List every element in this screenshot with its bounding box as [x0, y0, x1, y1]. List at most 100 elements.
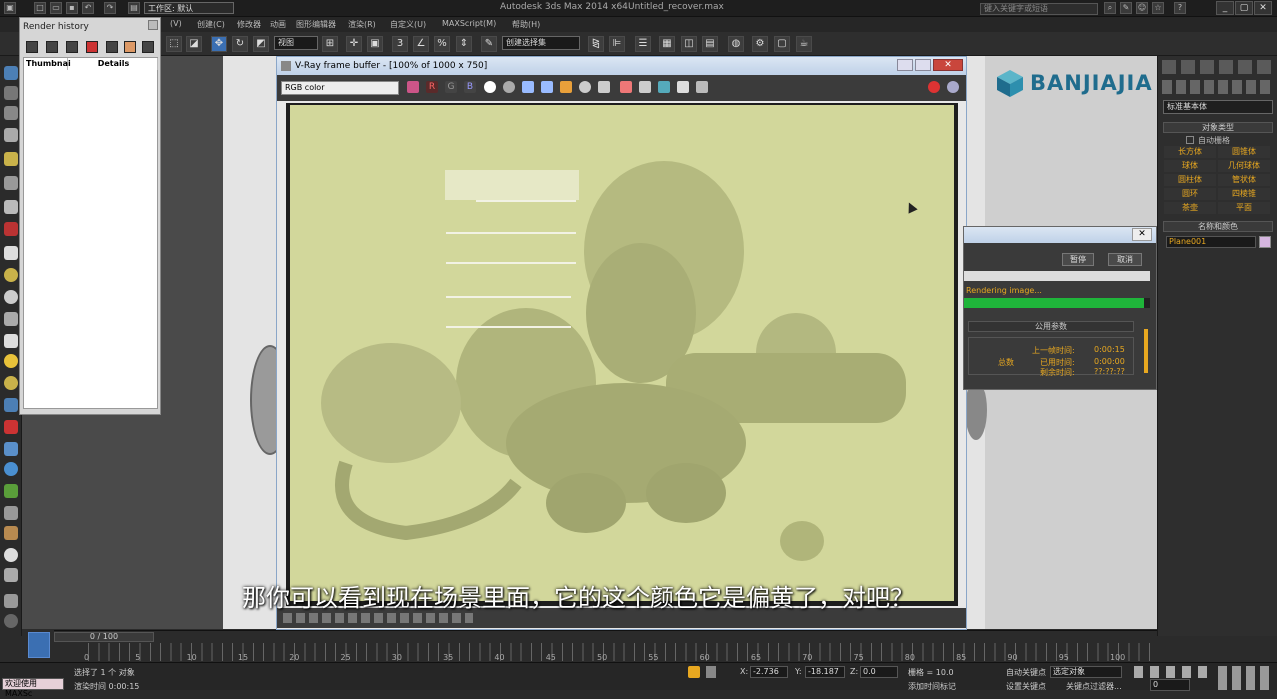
globe-icon[interactable]	[4, 462, 18, 476]
mirror-icon[interactable]: ⧎	[588, 36, 604, 52]
select-scale-icon[interactable]: ◩	[253, 36, 269, 52]
color-correction-icon[interactable]	[696, 81, 708, 93]
layer-manager-icon[interactable]: ☰	[635, 36, 651, 52]
object-name-input[interactable]: Plane001	[1166, 236, 1256, 248]
mono-channel-icon[interactable]	[503, 81, 515, 93]
save-history-icon[interactable]	[46, 41, 58, 53]
auto-key-button[interactable]: 自动关键点	[1006, 667, 1046, 678]
tool-icon-1[interactable]	[4, 66, 18, 80]
common-params-header[interactable]: 公用参数	[968, 321, 1134, 332]
menu-item-animation[interactable]: 动画	[270, 19, 286, 30]
create-category-icons[interactable]	[1162, 80, 1274, 94]
render-setup-icon[interactable]: ⚙	[752, 36, 768, 52]
angle-snap-icon[interactable]: ∠	[413, 36, 429, 52]
progress-scrollbar[interactable]	[1144, 329, 1148, 373]
vfb-minimize-button[interactable]	[897, 59, 913, 71]
teapot-button[interactable]: 茶壶	[1164, 202, 1216, 214]
box-button[interactable]: 长方体	[1164, 146, 1216, 158]
blue-channel-button[interactable]: B	[464, 81, 476, 93]
isolate-icon[interactable]	[688, 666, 700, 678]
project-folder-icon[interactable]: ▤	[128, 2, 140, 14]
sphere-icon[interactable]	[4, 268, 18, 282]
open-file-icon[interactable]: ▭	[50, 2, 62, 14]
help-icon[interactable]: ?	[1174, 2, 1186, 14]
geosphere-button[interactable]: 几何球体	[1218, 160, 1270, 172]
sphere-gray-icon[interactable]	[4, 548, 18, 562]
power-icon[interactable]	[26, 41, 38, 53]
lock-icon[interactable]	[706, 666, 716, 678]
align-icon[interactable]: ⊫	[609, 36, 625, 52]
tool-icon-12[interactable]	[4, 312, 18, 326]
menu-item-create[interactable]: 创建(C)	[197, 19, 225, 30]
playback-controls[interactable]	[1134, 666, 1214, 678]
primitive-category-select[interactable]: 标准基本体	[1163, 100, 1273, 114]
tool-icon-2[interactable]	[4, 86, 18, 100]
redo-icon[interactable]: ↷	[104, 2, 116, 14]
snap-toggle-icon[interactable]: 3	[392, 36, 408, 52]
key-filters-button[interactable]: 关键点过滤器...	[1066, 681, 1122, 692]
alpha-channel-icon[interactable]	[484, 81, 496, 93]
sphere-button[interactable]: 球体	[1164, 160, 1216, 172]
pause-button[interactable]: 暂停	[1062, 253, 1094, 266]
info-icon[interactable]	[4, 614, 18, 628]
green-channel-button[interactable]: G	[445, 81, 457, 93]
region-render-icon[interactable]	[639, 81, 651, 93]
compare-a-icon[interactable]	[106, 41, 118, 53]
timeline[interactable]: 0 / 100 0 5 10 15 20 25 30 35 40 45 50 55 60 65 70 75 80…	[54, 630, 1157, 662]
named-selection-set[interactable]: 创建选择集	[502, 36, 580, 50]
material-editor-icon[interactable]: ◍	[728, 36, 744, 52]
y-coordinate-input[interactable]: -18.187	[805, 666, 845, 678]
select-region-icon[interactable]: ⬚	[166, 36, 182, 52]
tool-icon-16[interactable]	[4, 398, 18, 412]
select-manipulate-icon[interactable]: ✛	[346, 36, 362, 52]
vfb-bottom-buttons[interactable]	[283, 613, 473, 623]
panel-tabs[interactable]	[1162, 60, 1274, 74]
edit-named-selection-icon[interactable]: ✎	[481, 36, 497, 52]
maximize-button[interactable]: ▢	[1235, 1, 1253, 15]
compare-b-icon[interactable]	[124, 41, 136, 53]
schematic-view-icon[interactable]: ▤	[702, 36, 718, 52]
pyramid-button[interactable]: 四棱锥	[1218, 188, 1270, 200]
menu-item-rendering[interactable]: 渲染(R)	[348, 19, 376, 30]
tool-icon-9[interactable]	[4, 246, 18, 260]
tool-icon-8[interactable]	[4, 222, 18, 236]
tool-icon-18[interactable]	[4, 442, 18, 456]
menu-item-maxscript[interactable]: MAXScript(M)	[442, 19, 496, 28]
torus-button[interactable]: 圆环	[1164, 188, 1216, 200]
color-picker-icon[interactable]	[407, 81, 419, 93]
delete-history-icon[interactable]	[86, 41, 98, 53]
z-coordinate-input[interactable]: 0.0	[860, 666, 898, 678]
reference-coordinate-select[interactable]: 视图	[274, 36, 318, 50]
mini-listener-icon[interactable]	[28, 632, 50, 658]
cone-button[interactable]: 圆锥体	[1218, 146, 1270, 158]
tools-icon[interactable]: ✎	[1120, 2, 1132, 14]
sphere-white-icon[interactable]	[4, 290, 18, 304]
save-file-icon[interactable]: ▪	[66, 2, 78, 14]
thumbnail-column-header[interactable]: Thumbnai	[24, 58, 71, 70]
workspace-select[interactable]: 工作区: 默认	[144, 2, 234, 14]
spinner-snap-icon[interactable]: ⇕	[456, 36, 472, 52]
tube-button[interactable]: 管状体	[1218, 174, 1270, 186]
graphite-tools-icon[interactable]: ▦	[659, 36, 675, 52]
user-icon[interactable]: ☺	[1136, 2, 1148, 14]
tree-icon[interactable]	[4, 484, 18, 498]
light-icon[interactable]	[4, 152, 18, 166]
favorites-icon[interactable]: ☆	[1152, 2, 1164, 14]
menu-item-view[interactable]: (V)	[170, 19, 182, 28]
clear-image-icon[interactable]	[579, 81, 591, 93]
render-icon[interactable]	[947, 81, 959, 93]
select-rotate-icon[interactable]: ↻	[232, 36, 248, 52]
name-color-rollout[interactable]: 名称和颜色	[1163, 221, 1273, 232]
render-production-icon[interactable]: ☕	[796, 36, 812, 52]
current-frame-input[interactable]: 0	[1150, 679, 1190, 691]
stop-render-icon[interactable]	[928, 81, 940, 93]
tool-icon-4[interactable]	[4, 128, 18, 142]
tool-icon-6[interactable]	[4, 176, 18, 190]
window-crossing-icon[interactable]: ◪	[186, 36, 202, 52]
menu-icon[interactable]	[142, 41, 154, 53]
plane-button[interactable]: 平面	[1218, 202, 1270, 214]
tool-icon-21[interactable]	[4, 506, 18, 520]
sun-icon[interactable]	[4, 354, 18, 368]
channel-select[interactable]: RGB color	[281, 81, 399, 95]
tool-icon-7[interactable]	[4, 200, 18, 214]
